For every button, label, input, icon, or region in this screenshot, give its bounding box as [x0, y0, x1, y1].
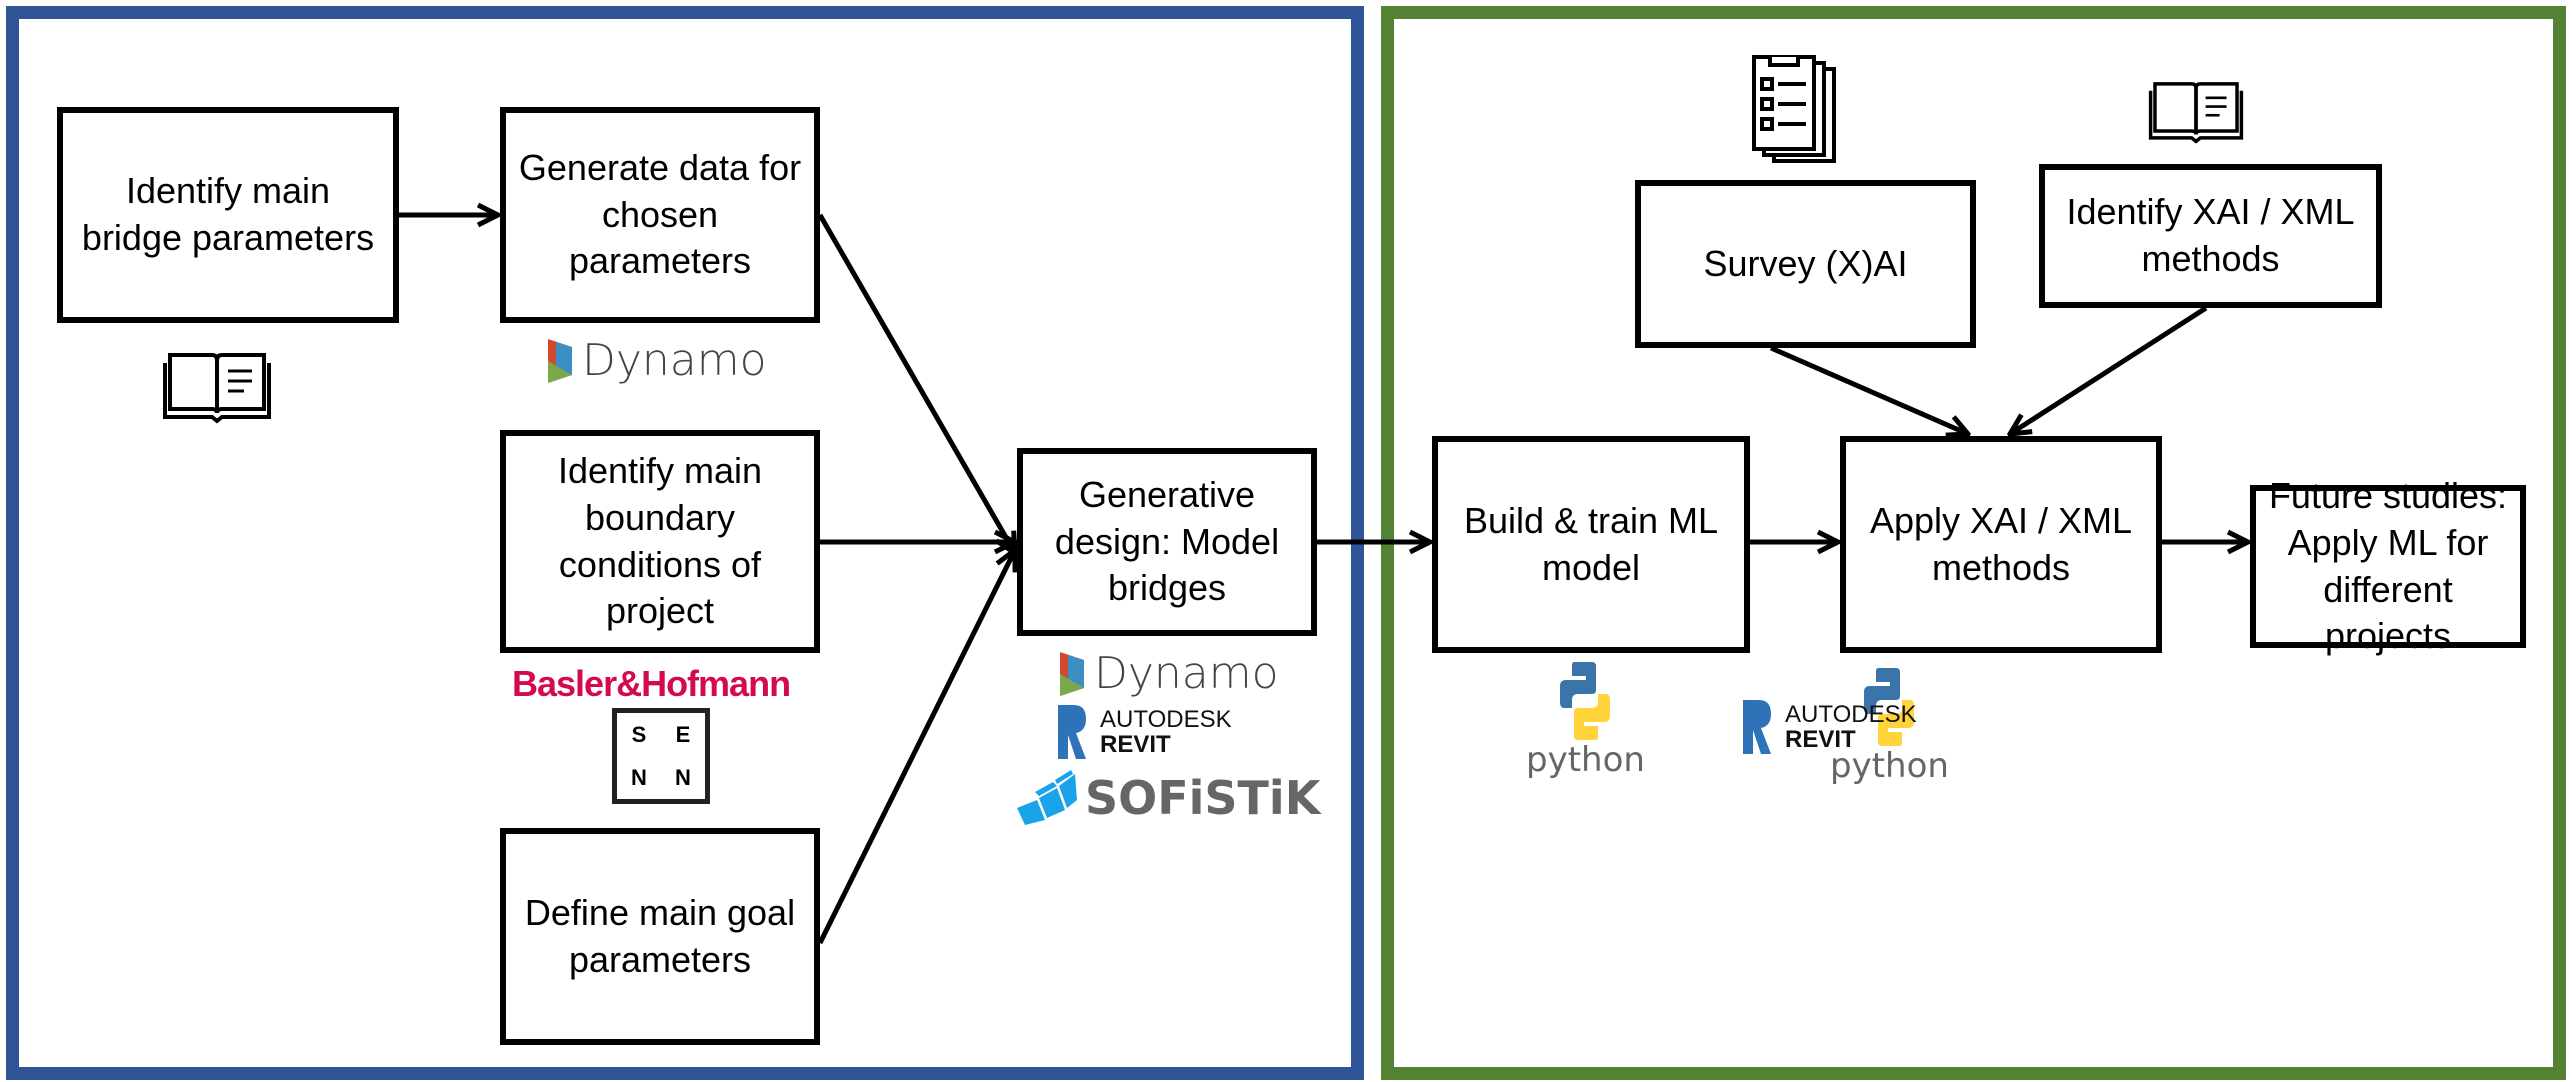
- senn-letter: S: [631, 721, 647, 747]
- revit-text: REVIT: [1785, 726, 1856, 753]
- sofistik-logo: SOFiSTiK: [1017, 770, 1320, 825]
- box-label: Survey (X)AI: [1703, 242, 1908, 284]
- senn-letter: N: [631, 764, 647, 790]
- box-label: Build & train ML model: [1463, 499, 1719, 588]
- box-build-train-model: Build & train ML model: [1432, 436, 1750, 653]
- dynamo-text: Dynamo: [1094, 648, 1279, 699]
- revit-logo: AUTODESK REVIT: [1743, 700, 1917, 754]
- revit-icon: [1058, 705, 1086, 759]
- sofistik-icon: [1017, 770, 1077, 825]
- arrow-survey-to-apply: [1769, 345, 1968, 434]
- basler-hofmann-logo: Basler&Hofmann: [512, 663, 791, 704]
- box-label: Generate data for chosen parameters: [518, 146, 802, 282]
- box-label: Define main goal parameters: [524, 891, 796, 980]
- box-label: Identify XAI / XML methods: [2066, 191, 2355, 279]
- box-label: Identify main bridge parameters: [81, 170, 375, 258]
- autodesk-text: AUTODESK: [1785, 700, 1917, 728]
- python-icon: [1560, 662, 1611, 740]
- dynamo-icon: [1060, 651, 1084, 696]
- arrow-xai-to-apply: [2010, 305, 2208, 434]
- arrow-goal-to-generative: [817, 550, 1015, 945]
- revit-text: REVIT: [1100, 731, 1171, 758]
- box-apply-xai: Apply XAI / XML methods: [1840, 436, 2162, 653]
- python-text: python: [1526, 740, 1645, 780]
- box-generative-design: Generative design: Model bridges: [1017, 448, 1317, 636]
- python-logo: python: [1526, 662, 1645, 780]
- book-icon: [163, 353, 271, 424]
- box-label: Future studies: Apply ML for different p…: [2268, 474, 2508, 657]
- box-identify-xai-methods: Identify XAI / XML methods: [2039, 164, 2382, 308]
- box-label: Identify main boundary conditions of pro…: [557, 449, 763, 632]
- dynamo-text: Dynamo: [582, 335, 767, 386]
- box-label: Apply XAI / XML methods: [1869, 499, 2133, 588]
- checklist-icon: [1752, 55, 1836, 163]
- box-future-studies: Future studies: Apply ML for different p…: [2250, 475, 2526, 656]
- box-generate-data: Generate data for chosen parameters: [500, 107, 820, 323]
- autodesk-text: AUTODESK: [1100, 705, 1232, 733]
- dynamo-logo: Dynamo: [1060, 648, 1279, 699]
- dynamo-icon: [548, 338, 572, 383]
- box-goal-parameters: Define main goal parameters: [500, 828, 820, 1045]
- box-label: Generative design: Model bridges: [1054, 473, 1280, 609]
- box-survey-xai: Survey (X)AI: [1635, 180, 1976, 348]
- box-identify-bridge-parameters: Identify main bridge parameters: [57, 107, 399, 323]
- revit-logo: AUTODESK REVIT: [1058, 705, 1232, 759]
- revit-icon: [1743, 700, 1771, 754]
- senn-letter: E: [675, 721, 691, 747]
- box-boundary-conditions: Identify main boundary conditions of pro…: [500, 430, 820, 653]
- senn-letter: N: [675, 764, 691, 790]
- arrow-generate-to-generative: [817, 213, 1015, 553]
- sofistik-text: SOFiSTiK: [1085, 770, 1321, 825]
- senn-logo: S E N N: [612, 708, 710, 804]
- dynamo-logo: Dynamo: [548, 335, 767, 386]
- book-icon: [2148, 82, 2244, 144]
